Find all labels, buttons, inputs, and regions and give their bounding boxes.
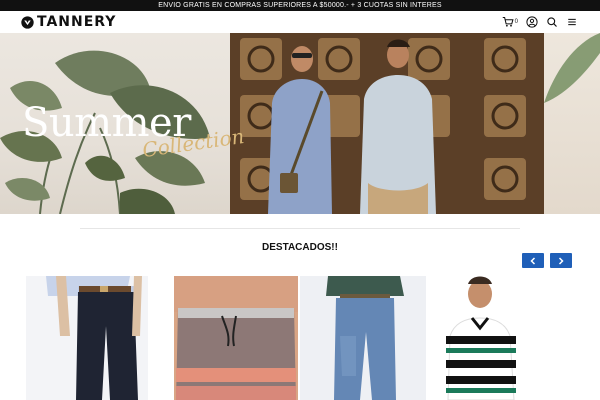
product-swim-shorts-image <box>174 276 298 400</box>
chevron-right-icon <box>558 256 564 265</box>
cart-count: 0 <box>514 19 518 25</box>
carved-door-with-models <box>230 33 544 214</box>
product-jeans-image <box>300 276 426 400</box>
header-actions: 0 <box>502 16 578 28</box>
search-icon[interactable] <box>546 16 558 28</box>
promo-bar: ENVIO GRATIS EN COMPRAS SUPERIORES A $50… <box>0 0 600 11</box>
product-card[interactable] <box>26 276 148 400</box>
user-icon[interactable] <box>526 16 538 28</box>
product-card[interactable] <box>300 276 426 400</box>
cart-button[interactable]: 0 <box>502 16 518 28</box>
menu-icon[interactable] <box>566 16 578 28</box>
hero-models-image <box>230 33 544 214</box>
product-striped-polo-image <box>428 276 574 400</box>
carousel-prev-button[interactable] <box>522 253 544 268</box>
product-card[interactable] <box>428 276 574 400</box>
product-chino-pants-image <box>26 276 148 400</box>
section-divider <box>80 228 520 229</box>
promo-text: ENVIO GRATIS EN COMPRAS SUPERIORES A $50… <box>158 2 442 9</box>
brand-name: TANNERY <box>37 14 117 30</box>
hero-banner[interactable]: Summer Collection <box>0 33 600 214</box>
cart-icon <box>502 16 514 27</box>
site-header: TANNERY 0 <box>0 11 600 33</box>
featured-title: DESTACADOS!! <box>262 242 338 253</box>
brand-logo[interactable]: TANNERY <box>21 15 116 30</box>
hero-right-backdrop <box>544 33 600 214</box>
chevron-left-icon <box>530 256 536 265</box>
product-card[interactable] <box>174 276 298 400</box>
tannery-logo-icon <box>21 16 34 29</box>
carousel-next-button[interactable] <box>550 253 572 268</box>
palm-leaf-image <box>544 33 600 103</box>
featured-products-carousel <box>26 276 574 400</box>
